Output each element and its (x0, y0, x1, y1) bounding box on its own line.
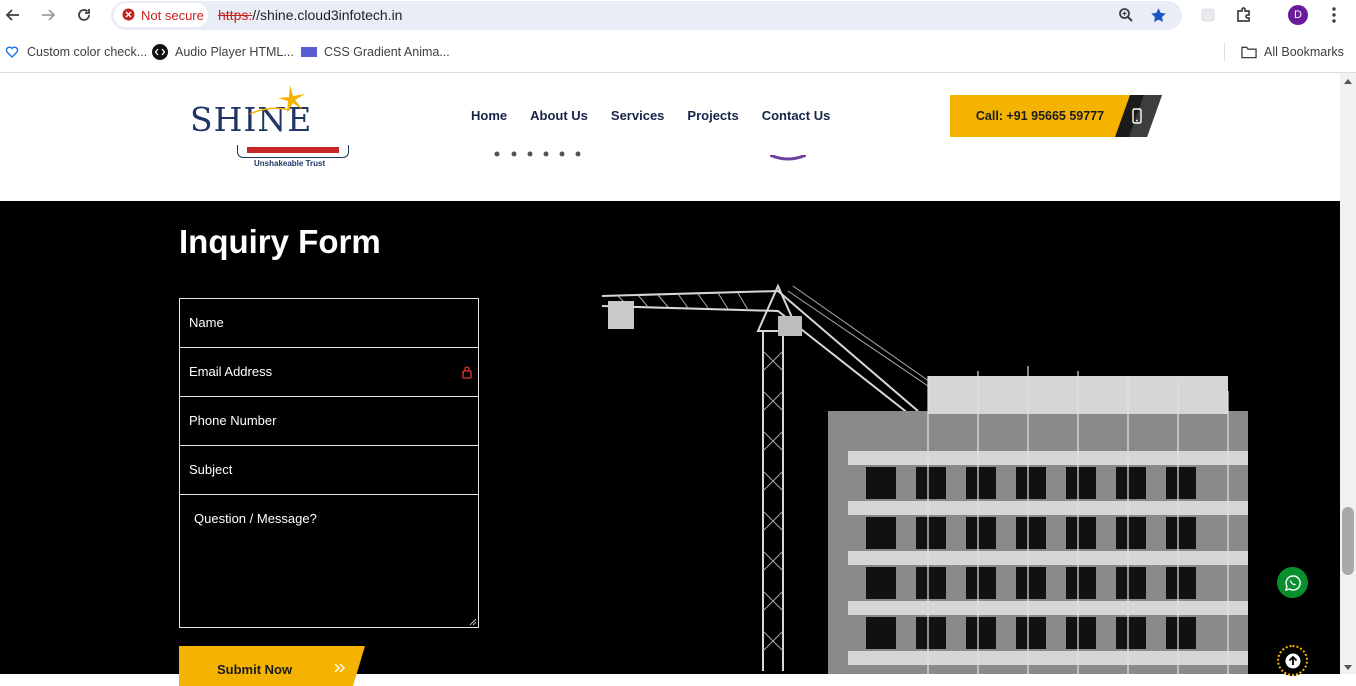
name-field[interactable]: Name (179, 298, 479, 348)
url-scheme: https: (218, 7, 253, 23)
message-placeholder: Question / Message? (194, 511, 317, 526)
partner-tagline: Unshakeable Trust (254, 159, 326, 168)
whatsapp-button[interactable] (1277, 567, 1308, 598)
bookmark-custom-color[interactable]: Custom color check... (4, 44, 147, 60)
bookmark-star-icon[interactable] (1147, 4, 1169, 26)
extensions-icon[interactable] (1233, 4, 1255, 26)
nav-home[interactable]: Home (471, 108, 507, 123)
bookmarks-bar: Custom color check... Audio Player HTML.… (0, 31, 1356, 73)
phone-placeholder: Phone Number (189, 413, 277, 428)
submit-label: Submit Now (217, 662, 293, 677)
url-text[interactable]: https://shine.cloud3infotech.in (218, 7, 402, 23)
heart-outline-icon (4, 44, 20, 60)
arrow-up-icon (1285, 653, 1300, 668)
nav-services[interactable]: Services (611, 108, 665, 123)
security-chip[interactable]: Not secure (114, 3, 208, 27)
security-label: Not secure (141, 7, 204, 23)
email-placeholder: Email Address (189, 364, 273, 379)
partner-logo-superpower: Unshakeable Trust (237, 145, 349, 168)
reload-icon[interactable] (73, 4, 95, 26)
mobile-phone-icon (1132, 108, 1142, 124)
browser-toolbar: Not secure https://shine.cloud3infotech.… (0, 0, 1356, 31)
bookmark-css-gradient[interactable]: CSS Gradient Anima... (301, 44, 450, 60)
bookmark-audio-player[interactable]: Audio Player HTML... (152, 44, 294, 60)
resize-handle-icon[interactable] (469, 618, 477, 626)
code-icon (152, 44, 168, 60)
double-chevron-icon (334, 663, 345, 673)
inquiry-section: Inquiry Form Name Email Address Phone Nu… (0, 201, 1340, 686)
page-content: SHINE Home About Us Services Projects Co… (0, 73, 1340, 686)
password-manager-icon[interactable] (462, 365, 472, 379)
all-bookmarks-label: All Bookmarks (1264, 45, 1344, 59)
name-placeholder: Name (189, 315, 224, 330)
bookmark-label: CSS Gradient Anima... (324, 45, 450, 59)
bookmark-label: Custom color check... (27, 45, 148, 59)
logo-swoosh-icon (250, 107, 290, 115)
folder-icon (1241, 44, 1257, 60)
phone-field[interactable]: Phone Number (179, 396, 479, 446)
url-host: //shine.cloud3infotech.in (252, 7, 403, 23)
forward-icon[interactable] (37, 4, 59, 26)
submit-button[interactable]: Submit Now (179, 646, 365, 686)
message-field[interactable]: Question / Message? (179, 494, 479, 628)
email-field[interactable]: Email Address (179, 347, 479, 397)
back-icon[interactable] (2, 4, 24, 26)
construction-illustration (601, 283, 1248, 674)
scroll-to-top-button[interactable] (1277, 645, 1308, 676)
nav-about-us[interactable]: About Us (530, 108, 588, 123)
site-header: SHINE Home About Us Services Projects Co… (0, 73, 1340, 201)
bookmark-label: Audio Player HTML... (175, 45, 294, 59)
warning-icon (122, 6, 135, 25)
call-label: Call: +91 95665 59777 (950, 95, 1130, 137)
inquiry-title: Inquiry Form (179, 223, 381, 260)
whatsapp-icon (1284, 574, 1301, 591)
partner-logo-fragment (494, 151, 581, 157)
bookmarks-divider (1224, 43, 1225, 61)
main-nav: Home About Us Services Projects Contact … (471, 108, 853, 123)
extension-placeholder-icon[interactable] (1197, 4, 1219, 26)
partner-logos-strip: Unshakeable Trust (0, 145, 1340, 201)
profile-avatar[interactable]: D (1288, 5, 1308, 25)
scroll-up-arrow-icon[interactable] (1343, 77, 1353, 85)
zoom-icon[interactable] (1115, 4, 1137, 26)
nav-projects[interactable]: Projects (687, 108, 738, 123)
scroll-down-arrow-icon[interactable] (1343, 664, 1353, 672)
nav-contact-us[interactable]: Contact Us (762, 108, 831, 123)
page-scrollbar[interactable] (1340, 73, 1356, 674)
call-button[interactable]: Call: +91 95665 59777 (950, 95, 1162, 137)
menu-dots-icon[interactable] (1323, 4, 1345, 26)
gradient-icon (301, 44, 317, 60)
subject-field[interactable]: Subject (179, 445, 479, 495)
scrollbar-thumb[interactable] (1342, 507, 1354, 575)
subject-placeholder: Subject (189, 462, 233, 477)
partner-logo-purple (770, 155, 806, 161)
all-bookmarks[interactable]: All Bookmarks (1241, 44, 1344, 60)
